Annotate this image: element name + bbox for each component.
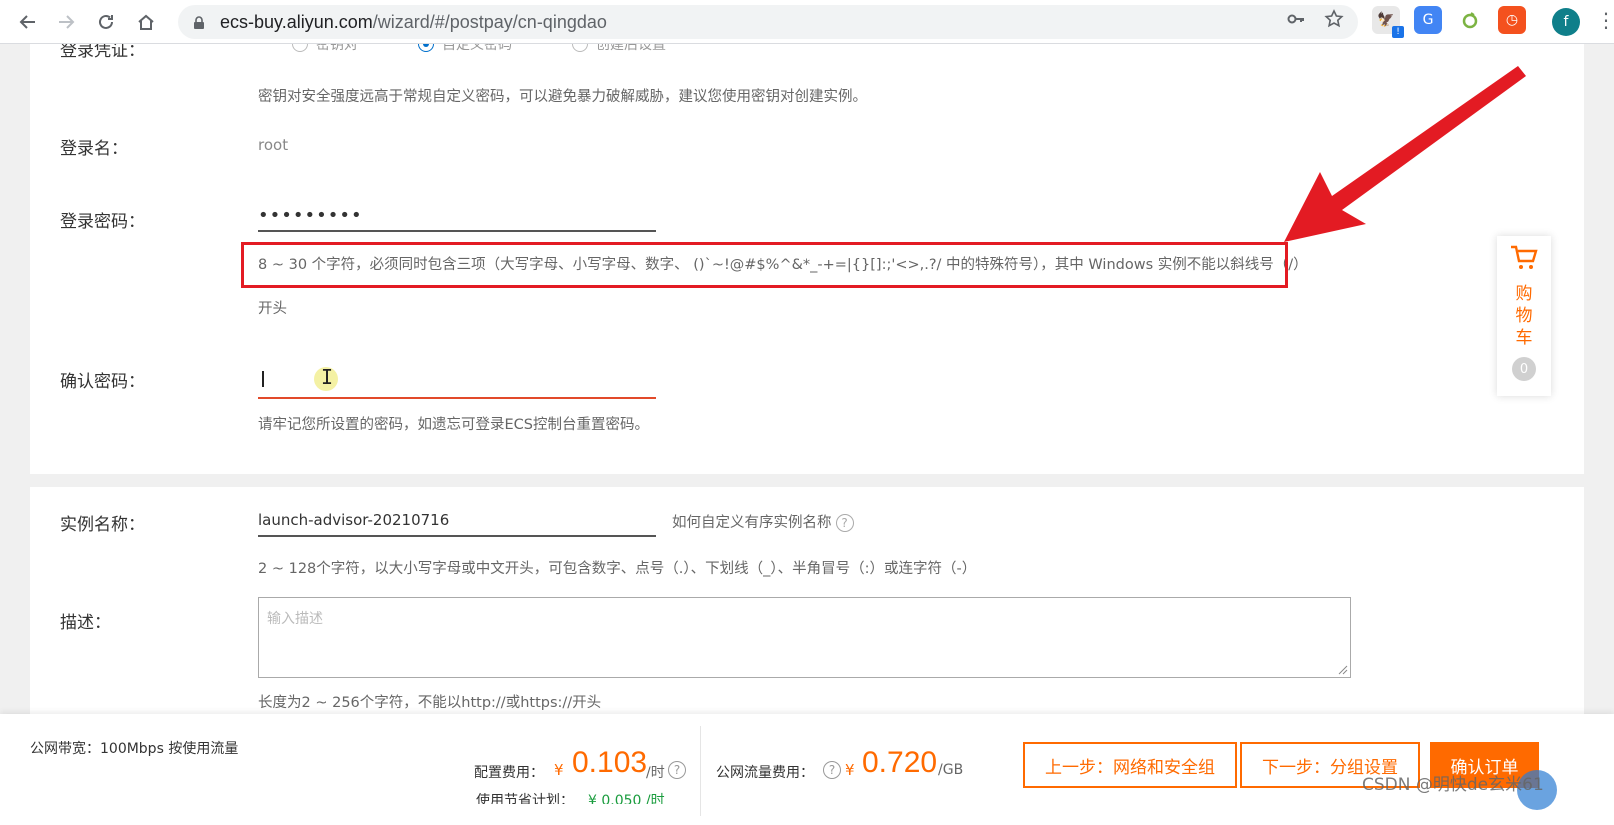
config-fee-amount: 0.103	[572, 746, 648, 779]
savings-plan-label: 使用节省计划：	[476, 793, 574, 804]
confirm-password-label: 确认密码：	[60, 372, 145, 392]
instance-name-hint: 2 ~ 128个字符，以大小写字母或中文开头，可包含数字、点号（.）、下划线（_…	[258, 561, 977, 577]
bandwidth-summary: 公网带宽：100Mbps 按使用流量	[30, 741, 239, 757]
resize-grip-icon[interactable]	[1338, 665, 1348, 675]
profile-avatar[interactable]: f	[1552, 8, 1580, 36]
instance-name-help-link[interactable]: 如何自定义有序实例名称?	[672, 511, 854, 532]
traffic-fee-unit: /GB	[938, 762, 964, 778]
login-password-label: 登录密码：	[60, 212, 145, 232]
key-icon[interactable]	[1286, 9, 1306, 34]
csdn-watermark: CSDN @明快de玄米61	[1362, 775, 1544, 795]
instance-name-input[interactable]: launch-advisor-20210716	[258, 505, 656, 537]
config-fee-help-icon[interactable]: ?	[668, 761, 686, 779]
config-fee-label: 配置费用：	[474, 765, 544, 781]
cart-label: 购物车	[1515, 284, 1533, 348]
login-name-value: root	[258, 136, 289, 154]
login-password-input[interactable]: •••••••••	[258, 200, 656, 232]
extensions-area: 🦅! G ◷	[1372, 6, 1526, 38]
description-label: 描述：	[60, 613, 111, 633]
text-caret	[262, 371, 264, 387]
browser-menu-icon[interactable]: ⋮	[1596, 8, 1614, 32]
back-icon[interactable]	[8, 2, 48, 42]
cart-count-badge: 0	[1512, 357, 1536, 381]
footer-divider	[700, 726, 701, 816]
login-name-label: 登录名：	[60, 139, 128, 159]
extension-clock-icon[interactable]: ◷	[1498, 6, 1526, 34]
password-rule-hint-continued: 开头	[258, 301, 287, 317]
shopping-cart-widget[interactable]: 购物车 0	[1497, 236, 1551, 396]
prev-step-button[interactable]: 上一步：网络和安全组	[1023, 742, 1237, 788]
forward-icon[interactable]	[46, 2, 86, 42]
instance-name-label: 实例名称：	[60, 515, 145, 535]
annotation-arrow-icon	[1284, 66, 1526, 242]
ibeam-cursor-icon: I	[321, 365, 334, 389]
help-icon[interactable]: ?	[835, 514, 854, 532]
bookmark-star-icon[interactable]	[1324, 9, 1344, 34]
traffic-fee-amount: 0.720	[862, 746, 938, 779]
home-icon[interactable]	[126, 2, 166, 42]
keypair-hint: 密钥对安全强度远高于常规自定义密码，可以避免暴力破解威胁，建议您使用密钥对创建实…	[258, 89, 867, 105]
extension-ring-icon[interactable]	[1456, 6, 1484, 34]
reload-icon[interactable]	[86, 2, 126, 42]
browser-toolbar: ecs-buy.aliyun.com/wizard/#/postpay/cn-q…	[0, 0, 1614, 44]
config-fee-currency: ¥	[554, 761, 564, 779]
cart-icon	[1509, 244, 1539, 279]
extension-eagle-icon[interactable]: 🦅!	[1372, 6, 1404, 38]
description-textarea[interactable]: 输入描述	[258, 597, 1351, 678]
traffic-fee-label: 公网流量费用：	[716, 765, 814, 781]
traffic-fee-currency: ¥	[845, 761, 855, 779]
translate-extension-icon[interactable]: G	[1414, 6, 1442, 34]
annotation-highlight-box	[241, 242, 1288, 288]
description-hint: 长度为2 ~ 256个字符，不能以http://或https://开头	[258, 695, 602, 711]
savings-plan-value: ¥ 0.050 /时	[588, 793, 665, 804]
lock-icon	[192, 15, 206, 29]
confirm-password-hint: 请牢记您所设置的密码，如遗忘可登录ECS控制台重置密码。	[258, 417, 649, 433]
url-host: ecs-buy.aliyun.com	[220, 11, 373, 32]
address-bar[interactable]: ecs-buy.aliyun.com/wizard/#/postpay/cn-q…	[178, 5, 1358, 39]
url-path: /wizard/#/postpay/cn-qingdao	[372, 11, 607, 32]
config-fee-unit: /时	[646, 765, 665, 781]
traffic-fee-help-icon[interactable]: ?	[823, 761, 841, 779]
